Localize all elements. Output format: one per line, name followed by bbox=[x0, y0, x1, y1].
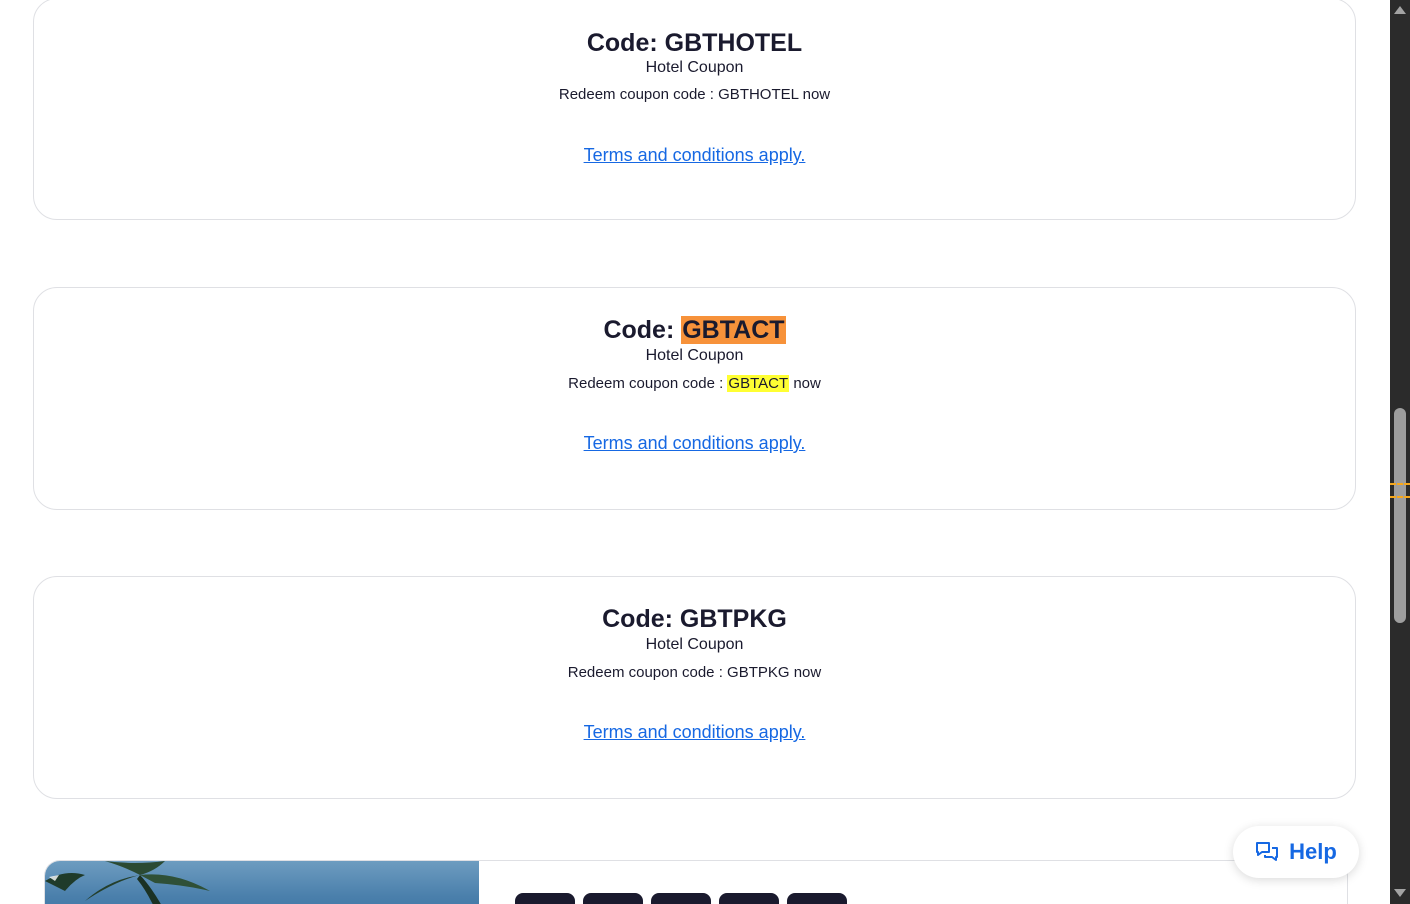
help-label: Help bbox=[1289, 839, 1337, 864]
promo-beach-image bbox=[45, 861, 479, 904]
redeem-code: GBTACT bbox=[727, 375, 790, 392]
coupon-code-value: GBTACT bbox=[681, 316, 786, 344]
scroll-up-arrow-icon[interactable] bbox=[1394, 6, 1406, 14]
scroll-down-arrow-icon[interactable] bbox=[1394, 889, 1406, 897]
coupon-card: Code: GBTACT Hotel Coupon Redeem coupon … bbox=[33, 287, 1356, 510]
coupon-type: Hotel Coupon bbox=[645, 636, 744, 653]
coupon-card: Code: GBTPKG Hotel Coupon Redeem coupon … bbox=[33, 576, 1356, 799]
redeem-code: GBTPKG bbox=[727, 664, 790, 681]
redeem-prefix: Redeem coupon code : bbox=[567, 664, 723, 681]
palm-tree-image bbox=[45, 861, 210, 904]
search-match-marker bbox=[1390, 483, 1410, 485]
redeem-code: GBTHOTEL bbox=[718, 86, 799, 103]
coupon-code-title: Code: GBTACT bbox=[34, 314, 1355, 346]
terms-container: Terms and conditions apply. bbox=[34, 431, 1355, 455]
terms-link[interactable]: Terms and conditions apply. bbox=[584, 722, 806, 742]
redeem-prefix: Redeem coupon code : bbox=[558, 86, 714, 103]
coupon-code-value: GBTHOTEL bbox=[664, 29, 803, 57]
vertical-scrollbar[interactable] bbox=[1390, 0, 1410, 904]
help-button[interactable]: Help bbox=[1233, 826, 1359, 878]
terms-container: Terms and conditions apply. bbox=[34, 720, 1355, 744]
redeem-suffix: now bbox=[793, 664, 822, 681]
coupon-card: Code: GBTHOTEL Hotel Coupon Redeem coupo… bbox=[33, 0, 1356, 220]
coupon-redeem-text: Redeem coupon code : GBTACT now bbox=[34, 374, 1355, 394]
coupon-redeem-text: Redeem coupon code : GBTHOTEL now bbox=[34, 85, 1355, 105]
page-viewport: Code: GBTHOTEL Hotel Coupon Redeem coupo… bbox=[0, 0, 1390, 904]
search-match-marker bbox=[1390, 496, 1410, 498]
coupon-code-title: Code: GBTHOTEL bbox=[34, 27, 1355, 59]
coupon-type: Hotel Coupon bbox=[645, 347, 744, 364]
terms-link[interactable]: Terms and conditions apply. bbox=[584, 433, 806, 453]
terms-container: Terms and conditions apply. bbox=[34, 143, 1355, 167]
coupon-type: Hotel Coupon bbox=[645, 59, 744, 76]
promo-heading-partial bbox=[515, 891, 915, 904]
redeem-suffix: now bbox=[802, 86, 831, 103]
coupon-redeem-text: Redeem coupon code : GBTPKG now bbox=[34, 663, 1355, 683]
coupon-code-label: Code: bbox=[586, 29, 658, 57]
coupon-code-value: GBTPKG bbox=[679, 605, 787, 633]
coupon-code-label: Code: bbox=[603, 316, 675, 344]
promo-banner bbox=[44, 860, 1348, 904]
scroll-thumb[interactable] bbox=[1394, 408, 1406, 623]
coupon-code-title: Code: GBTPKG bbox=[34, 603, 1355, 635]
terms-link[interactable]: Terms and conditions apply. bbox=[584, 145, 806, 165]
coupon-code-label: Code: bbox=[602, 605, 673, 633]
redeem-prefix: Redeem coupon code : bbox=[568, 375, 724, 392]
redeem-suffix: now bbox=[793, 375, 821, 392]
chat-bubbles-icon bbox=[1256, 842, 1279, 861]
